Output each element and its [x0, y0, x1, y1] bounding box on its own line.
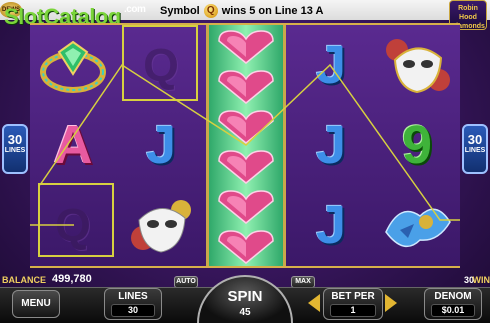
denom-label: DENOM	[434, 291, 472, 302]
spin-button[interactable]: SPIN 45	[197, 275, 293, 323]
denom-value: $0.01	[430, 304, 476, 317]
menu-button[interactable]: MENU	[12, 290, 60, 318]
lines-count: 30	[467, 132, 483, 147]
watermark-domain: .com	[124, 4, 146, 15]
lines-indicator-right: 30 LINES	[462, 124, 488, 174]
balance-value: 499,780	[52, 273, 92, 285]
win-label: WIN	[472, 275, 490, 285]
q-symbol-icon: Q	[203, 4, 218, 18]
win-message-prefix: Symbol	[160, 5, 200, 17]
lines-label: LINES	[4, 147, 26, 154]
win-message: Symbol Q wins 5 on Line 13 A	[160, 4, 323, 18]
total-bet-value: 45	[239, 307, 251, 318]
spin-label: SPIN	[227, 288, 263, 305]
payline-overlay	[30, 63, 460, 226]
win-message-suffix: wins 5 on Line 13 A	[221, 5, 324, 17]
reels-area: A Q Q J J J J 9	[30, 23, 460, 268]
lines-indicator-left: 30 LINES	[2, 124, 28, 174]
game-logo-line: Hood	[459, 14, 477, 21]
balance-label: BALANCE	[2, 275, 46, 285]
lines-selector-value: 30	[110, 304, 156, 317]
bet-decrease-arrow-icon[interactable]	[308, 294, 320, 312]
lines-count: 30	[7, 132, 23, 147]
lines-label: LINES	[464, 147, 486, 154]
game-logo-line: Robin	[458, 5, 478, 12]
bet-per-value: 1	[329, 304, 377, 317]
game-stage: DEWS Symbol Q wins 5 on Line 13 A Robin …	[0, 0, 490, 323]
bet-per-label: BET PER	[331, 291, 375, 302]
lines-selector-label: LINES	[118, 291, 148, 302]
bet-increase-arrow-icon[interactable]	[385, 294, 397, 312]
denom-selector[interactable]: DENOM $0.01	[424, 288, 482, 320]
bet-per-selector[interactable]: BET PER 1	[323, 288, 383, 320]
lines-selector[interactable]: LINES 30	[104, 288, 162, 320]
